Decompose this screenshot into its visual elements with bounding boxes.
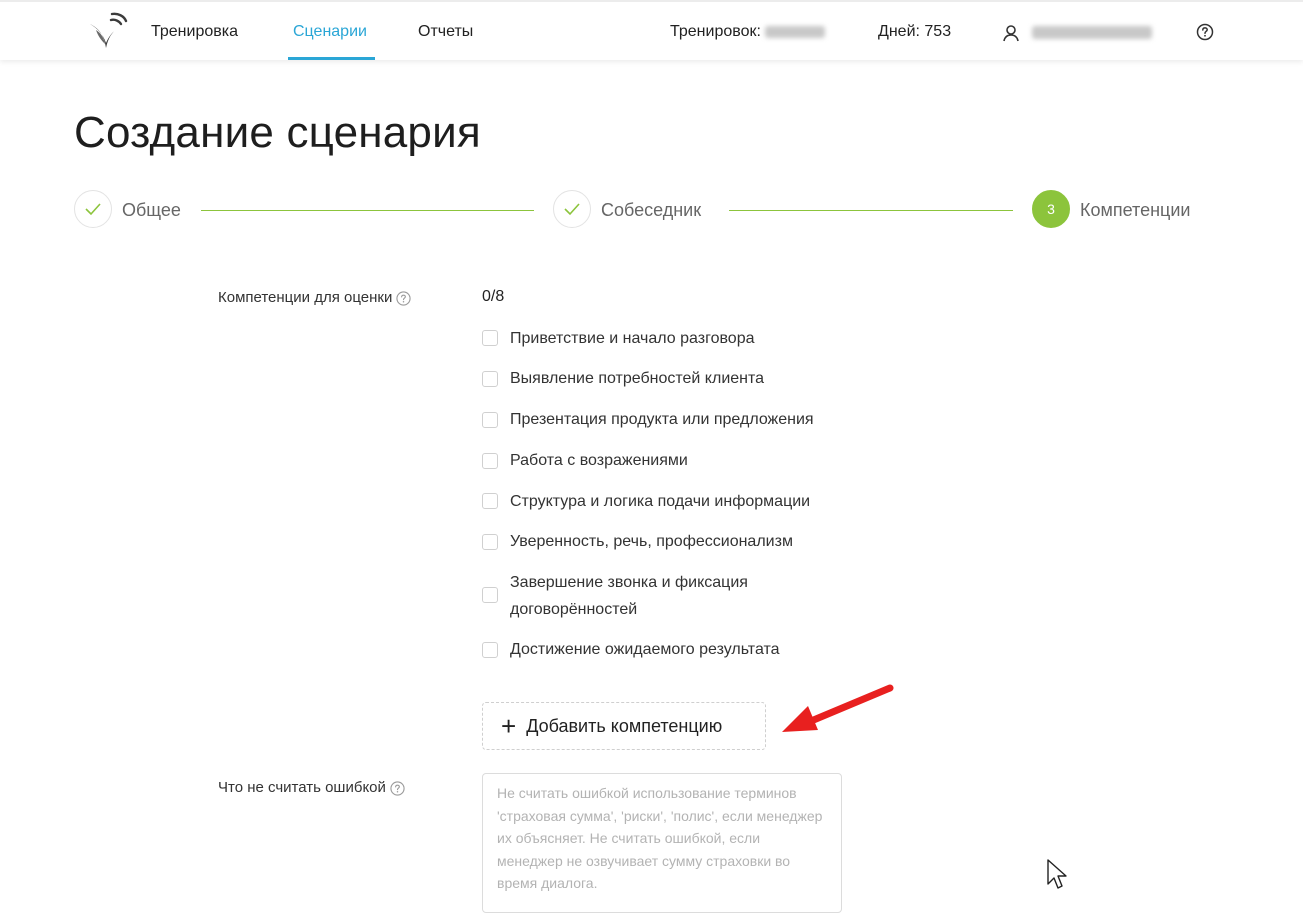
competency-checkbox-row[interactable]: Выявление потребностей клиента [482,365,850,392]
competency-label: Структура и логика подачи информации [510,493,811,510]
checkbox[interactable] [482,534,498,550]
not-error-field-label: Что не считать ошибкой [218,778,405,798]
competency-checkbox-row[interactable]: Работа с возражениями [482,447,850,474]
step-connector [729,210,1013,211]
checkbox[interactable] [482,371,498,387]
competency-label: Презентация продукта или предложения [510,411,814,428]
checkbox[interactable] [482,453,498,469]
add-competency-button[interactable]: + Добавить компетенцию [482,702,766,750]
trainings-stat: Тренировок: [670,2,826,62]
arrow-icon [782,684,894,732]
help-icon[interactable] [1196,23,1214,41]
nav-tab-reports[interactable]: Отчеты [418,2,473,60]
competency-checkbox-row[interactable]: Уверенность, речь, профессионализм [482,528,850,555]
competency-label: Уверенность, речь, профессионализм [510,533,793,550]
competencies-field-label: Компетенции для оценки [218,288,411,308]
step-general-label[interactable]: Общее [122,199,181,221]
competency-checkbox-row[interactable]: Презентация продукта или предложения [482,406,850,433]
step-interlocutor-circle[interactable] [553,190,591,228]
competency-checkbox-row[interactable]: Приветствие и начало разговора [482,325,850,352]
trainings-stat-label: Тренировок: [670,23,761,40]
top-navigation-bar: Тренировка Сценарии Отчеты Тренировок: Д… [0,0,1303,60]
add-competency-label: Добавить компетенцию [526,715,723,736]
checkbox[interactable] [482,642,498,658]
competency-label: Завершение звонка и фиксация договорённо… [510,574,748,618]
step-general-circle[interactable] [74,190,112,228]
competency-checkbox-row[interactable]: Завершение звонка и фиксация договорённо… [482,569,810,623]
days-stat: Дней: 753 [878,23,952,40]
checkbox[interactable] [482,330,498,346]
checkbox[interactable] [482,587,498,603]
competency-checkbox-row[interactable]: Достижение ожидаемого результата [482,636,850,663]
question-icon[interactable] [396,290,411,306]
check-icon [85,203,101,216]
not-error-label-text: Что не считать ошибкой [218,779,386,796]
competency-label: Приветствие и начало разговора [510,330,755,347]
step-interlocutor-label[interactable]: Собеседник [601,199,701,221]
checkbox[interactable] [482,412,498,428]
trainings-count-redacted [765,25,826,38]
plus-icon: + [501,711,517,741]
checkbox[interactable] [482,493,498,509]
competencies-label-text: Компетенции для оценки [218,289,393,306]
competencies-counter: 0/8 [482,288,505,305]
logo-icon[interactable] [84,10,128,56]
username-redacted[interactable] [1032,26,1152,39]
active-tab-indicator [288,57,375,60]
competency-label: Достижение ожидаемого результата [510,641,780,658]
user-icon[interactable] [1002,24,1020,42]
step-connector [201,210,534,211]
competency-checkbox-row[interactable]: Структура и логика подачи информации [482,488,850,515]
step-competencies-label[interactable]: Компетенции [1080,199,1190,221]
nav-tab-training[interactable]: Тренировка [151,2,238,60]
nav-tab-scenarios[interactable]: Сценарии [293,2,367,60]
cursor-icon [1047,859,1067,889]
page-title: Создание сценария [74,108,481,157]
check-icon [564,203,580,216]
competency-label: Работа с возражениями [510,452,688,469]
competency-label: Выявление потребностей клиента [510,370,765,387]
step-competencies-circle[interactable]: 3 [1032,190,1070,228]
not-error-textarea[interactable] [482,773,842,913]
question-icon[interactable] [390,780,405,796]
